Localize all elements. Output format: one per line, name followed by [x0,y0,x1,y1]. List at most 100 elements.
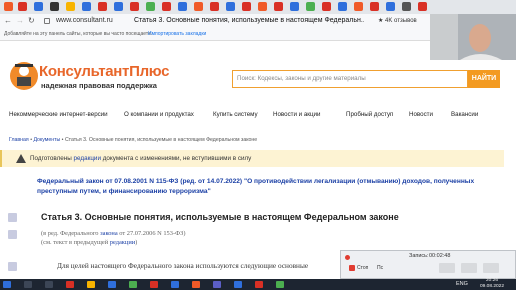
bookmarks-bar: Добавляйте на эту панель сайты, которые … [0,28,430,41]
tab-favicon-icon[interactable] [338,2,347,11]
import-bookmarks-link[interactable]: Импортировать закладки [148,28,206,40]
tab-favicon-icon[interactable] [146,2,155,11]
app-icon[interactable] [171,281,179,288]
document-info-icon[interactable] [8,213,17,222]
browser-tab-strip [0,0,516,14]
search-button[interactable]: НАЙТИ [468,70,500,88]
nav-item-noncommercial[interactable]: Некоммерческие интернет-версии [9,111,108,118]
tab-favicon-icon[interactable] [418,2,427,11]
clock[interactable]: 20:26 09.08.2022 [476,278,508,290]
notice-text-after: документа с изменениями, не вступившими … [100,155,252,162]
stop-label[interactable]: Стоп [357,265,368,271]
notice-editions-link[interactable]: редакции [74,155,101,162]
tab-favicon-icon[interactable] [370,2,379,11]
tab-favicon-icon[interactable] [274,2,283,11]
screen-recorder-panel: Запись: 00:02:48 Стоп Пс [340,250,516,279]
tab-favicon-icon[interactable] [178,2,187,11]
tab-favicon-icon[interactable] [194,2,203,11]
tab-favicon-icon[interactable] [354,2,363,11]
record-indicator-icon [345,255,350,260]
breadcrumb-home[interactable]: Главная [9,137,29,143]
tab-favicon-icon[interactable] [162,2,171,11]
meta-text: (в ред. Федерального [41,230,101,237]
page-title: Статья 3. Основные понятия, используемые… [134,17,364,24]
tab-favicon-icon[interactable] [290,2,299,11]
document-info-icon[interactable] [8,262,17,271]
nav-item-trial[interactable]: Пробный доступ [346,111,393,118]
tab-favicon-icon[interactable] [242,2,251,11]
pause-label[interactable]: Пс [377,265,383,271]
search-input[interactable]: Поиск: Кодексы, законы и другие материал… [232,70,468,88]
camera-icon[interactable] [461,263,477,273]
nav-item-about[interactable]: О компании и продуктах [124,111,194,118]
nav-item-vacancies[interactable]: Вакансии [451,111,478,118]
app-icon[interactable] [192,281,200,288]
logo-title: КонсультантПлюс [39,63,170,80]
tab-favicon-icon[interactable] [18,2,27,11]
tab-favicon-icon[interactable] [322,2,331,11]
app-icon[interactable] [129,281,137,288]
folder-icon[interactable] [87,281,95,288]
settings-icon[interactable] [439,263,455,273]
breadcrumb-current: Статья 3. Основные понятия, используемые… [64,137,258,143]
warning-icon [16,154,26,163]
tab-favicon-icon[interactable] [226,2,235,11]
tab-favicon-icon[interactable] [66,2,75,11]
tab-favicon-icon[interactable] [82,2,91,11]
clock-time: 20:26 [485,278,498,283]
notice-text-before: Подготовлены [30,155,74,162]
main-nav: Некоммерческие интернет-версии О компани… [0,108,516,122]
consultant-logo[interactable]: КонсультантПлюс надежная правовая поддер… [9,60,194,96]
tab-favicon-icon[interactable] [50,2,59,11]
task-view-icon[interactable] [45,281,53,288]
lock-icon [44,18,50,24]
microphone-icon[interactable] [483,263,499,273]
previous-edition-link[interactable]: редакции [110,239,135,246]
tab-favicon-icon[interactable] [114,2,123,11]
breadcrumb-documents[interactable]: Документы [33,137,60,143]
tab-favicon-icon[interactable] [98,2,107,11]
tab-favicon-icon[interactable] [130,2,139,11]
search-placeholder: Поиск: Кодексы, законы и другие материал… [237,75,366,82]
app-icon[interactable] [150,281,158,288]
app-icon[interactable] [276,281,284,288]
clock-date: 09.08.2022 [479,284,504,289]
stop-icon[interactable] [349,265,355,271]
amending-law-link[interactable]: закона [100,230,118,237]
nav-item-news[interactable]: Новости [409,111,433,118]
meta-text: (см. текст в предыдущей [41,239,110,246]
app-icon[interactable] [213,281,221,288]
logo-tagline: надежная правовая поддержка [41,81,157,90]
meta-text: от 27.07.2006 N 153-ФЗ) [117,230,186,237]
nav-item-buy[interactable]: Купить систему [213,111,258,118]
tab-favicon-icon[interactable] [4,2,13,11]
search-icon[interactable] [24,281,32,288]
start-icon[interactable] [3,281,11,288]
app-icon[interactable] [66,281,74,288]
edition-notice: Подготовлены редакции документа с измене… [0,150,504,167]
law-title-link[interactable]: Федеральный закон от 07.08.2001 N 115-ФЗ… [37,177,477,197]
nav-item-news-promo[interactable]: Новости и акции [273,111,320,118]
reviews-badge[interactable]: ★ 4K отзывов [378,17,417,26]
logo-figure-icon [10,62,38,90]
article-title: Статья 3. Основные понятия, используемые… [41,212,399,222]
back-icon[interactable]: ← [4,16,12,26]
recording-time: 00:02:48 [429,253,451,259]
forward-icon[interactable]: → [16,16,24,26]
meta-text: ) [135,239,138,246]
app-icon[interactable] [255,281,263,288]
tab-favicon-icon[interactable] [258,2,267,11]
document-info-icon[interactable] [8,230,17,239]
article-revision-note: (в ред. Федерального закона от 27.07.200… [41,229,185,247]
tab-favicon-icon[interactable] [34,2,43,11]
article-paragraph: Для целей настоящего Федерального закона… [57,261,309,270]
app-icon[interactable] [108,281,116,288]
tab-favicon-icon[interactable] [402,2,411,11]
tab-favicon-icon[interactable] [306,2,315,11]
app-icon[interactable] [234,281,242,288]
tab-favicon-icon[interactable] [386,2,395,11]
tab-favicon-icon[interactable] [210,2,219,11]
person-video-icon [430,14,516,60]
language-indicator[interactable]: ENG [456,280,468,289]
reload-icon[interactable]: ↻ [28,16,35,26]
